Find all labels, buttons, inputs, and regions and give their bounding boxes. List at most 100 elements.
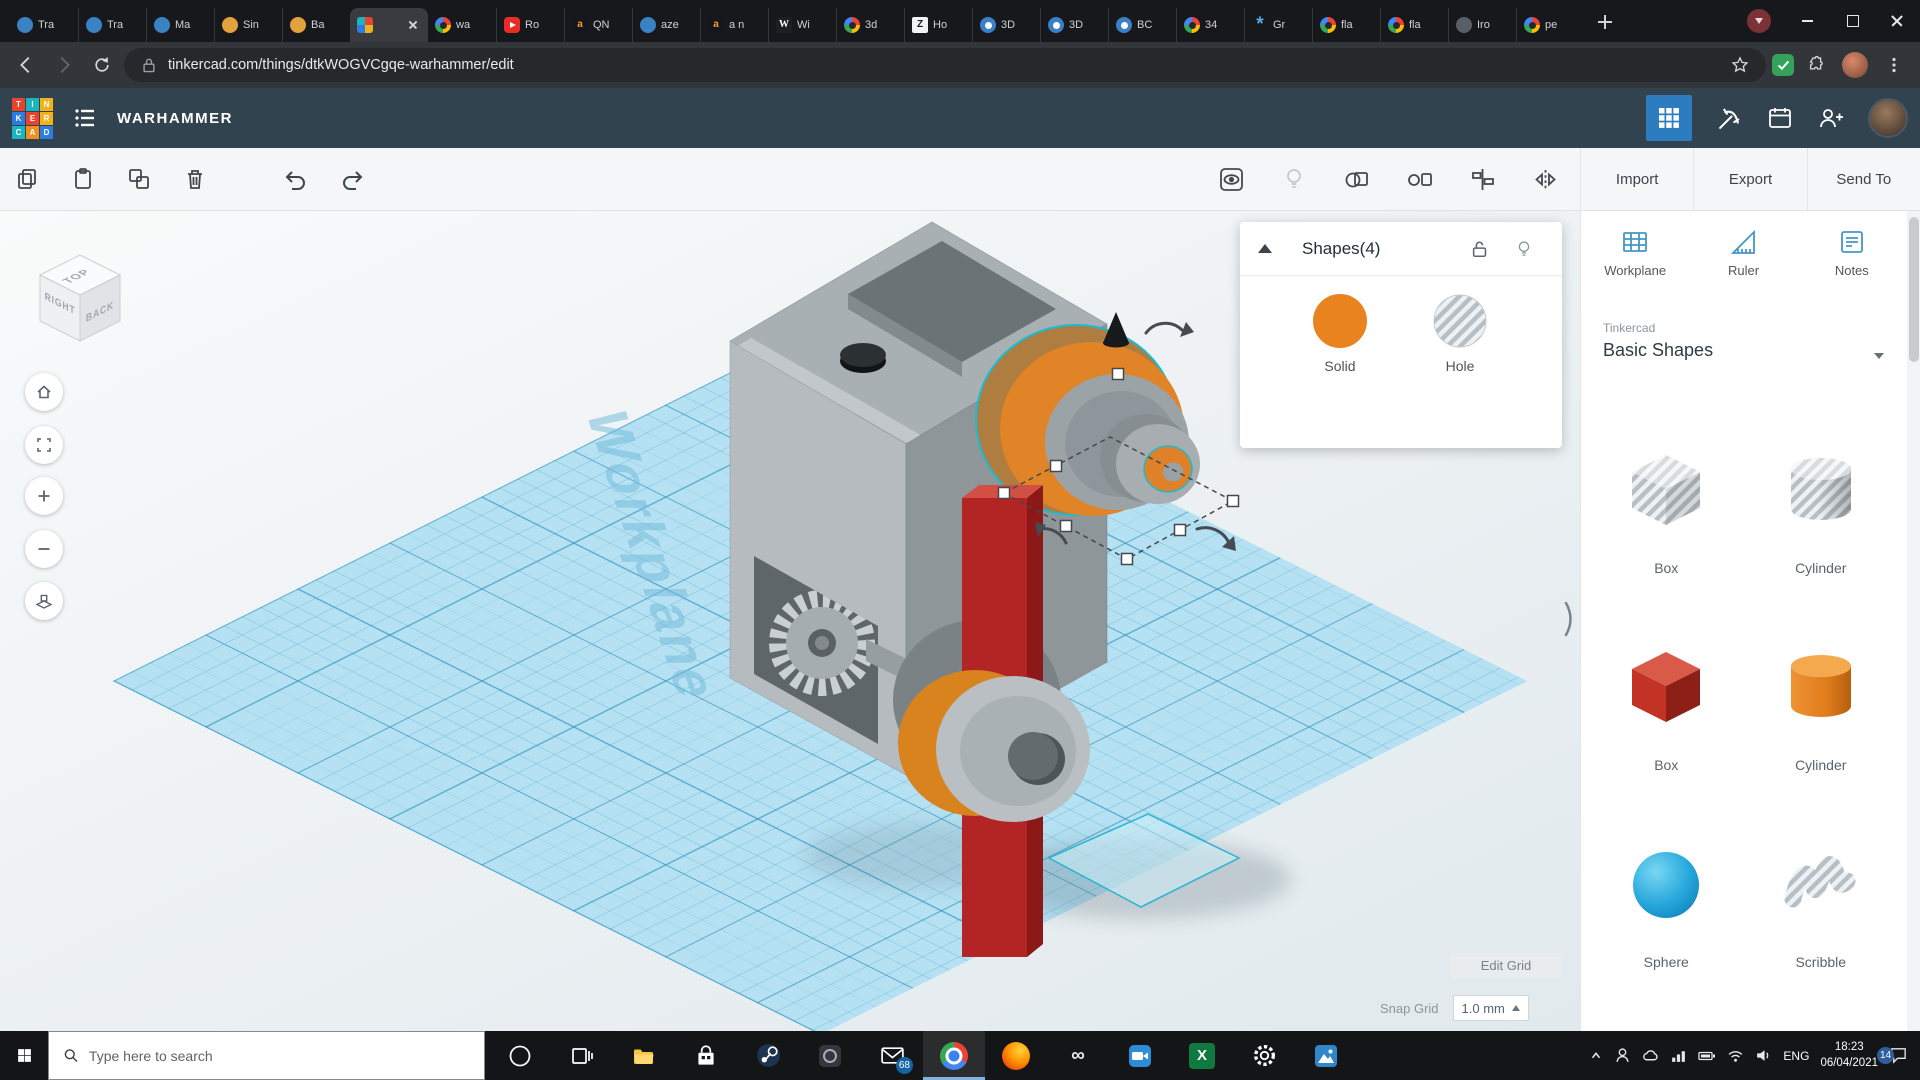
shape-tile-cylinder[interactable]: Cylinder xyxy=(1750,447,1893,576)
browser-tab[interactable]: Tra xyxy=(10,8,78,42)
group-icon[interactable] xyxy=(1343,166,1370,193)
unlock-icon[interactable] xyxy=(1470,239,1490,259)
taskbar-app-photos[interactable] xyxy=(1295,1031,1357,1080)
tinkercad-logo[interactable]: TINKERCAD xyxy=(12,98,53,139)
visibility-bulb-icon[interactable] xyxy=(1514,239,1534,259)
hole-option[interactable]: Hole xyxy=(1405,294,1515,374)
browser-tab[interactable]: 34 xyxy=(1176,8,1244,42)
ungroup-icon[interactable] xyxy=(1406,166,1433,193)
taskbar-app-mail[interactable]: 68 xyxy=(861,1031,923,1080)
taskbar-app-task-view[interactable] xyxy=(551,1031,613,1080)
browser-tab[interactable]: Ro xyxy=(496,8,564,42)
design-menu-icon[interactable] xyxy=(73,106,97,130)
browser-tab[interactable]: aa n xyxy=(700,8,768,42)
browser-tab[interactable]: Ma xyxy=(146,8,214,42)
user-avatar[interactable] xyxy=(1868,98,1908,138)
browser-tab[interactable]: 3D xyxy=(972,8,1040,42)
browser-tab[interactable]: 3D xyxy=(1040,8,1108,42)
front-wheel[interactable] xyxy=(898,670,1090,822)
collapse-panel-icon[interactable] xyxy=(1258,244,1272,253)
home-view-button[interactable] xyxy=(25,373,63,411)
taskbar-app-settings[interactable] xyxy=(1233,1031,1295,1080)
browser-tab[interactable]: 3d xyxy=(836,8,904,42)
browser-tab[interactable]: BC xyxy=(1108,8,1176,42)
tab-search-icon[interactable] xyxy=(1747,9,1771,33)
close-button[interactable] xyxy=(1875,0,1920,42)
browser-tab[interactable]: aQN xyxy=(564,8,632,42)
taskbar-search[interactable] xyxy=(48,1031,485,1080)
volume-icon[interactable] xyxy=(1755,1047,1772,1064)
back-icon[interactable] xyxy=(10,49,42,81)
browser-tab[interactable]: WWi xyxy=(768,8,836,42)
minimize-button[interactable] xyxy=(1785,0,1830,42)
taskbar-app-video[interactable] xyxy=(1109,1031,1171,1080)
wifi-icon[interactable] xyxy=(1727,1047,1744,1064)
signal-bars-icon[interactable] xyxy=(1670,1047,1687,1064)
taskbar-app-infinity[interactable]: ∞ xyxy=(1047,1031,1109,1080)
browser-tab[interactable]: Sin xyxy=(214,8,282,42)
person-tray-icon[interactable] xyxy=(1614,1047,1631,1064)
browser-tab[interactable]: Tra xyxy=(78,8,146,42)
shape-tile-sphere[interactable]: Sphere xyxy=(1595,841,1738,970)
solid-color-swatch[interactable] xyxy=(1313,294,1367,348)
browser-tab[interactable]: wa xyxy=(428,8,496,42)
library-name[interactable]: Basic Shapes xyxy=(1603,340,1713,361)
library-dropdown-caret-icon[interactable] xyxy=(1874,353,1884,359)
inspect-eye-icon[interactable] xyxy=(1218,166,1245,193)
shape-tile-scribble[interactable]: Scribble xyxy=(1750,841,1893,970)
taskbar-app-game[interactable] xyxy=(799,1031,861,1080)
search-input[interactable] xyxy=(89,1048,470,1064)
browser-profile-avatar[interactable] xyxy=(1842,52,1868,78)
perspective-toggle-button[interactable] xyxy=(25,582,63,620)
taskbar-app-cortana[interactable] xyxy=(489,1031,551,1080)
view-cube[interactable]: TOP RIGHT BACK xyxy=(28,245,132,349)
browser-tab-active[interactable] xyxy=(350,8,428,42)
action-center-button[interactable]: 14 xyxy=(1889,1046,1908,1065)
hole-swatch[interactable] xyxy=(1433,294,1487,348)
url-bar[interactable]: tinkercad.com/things/dtkWOGVCgqe-warhamm… xyxy=(124,48,1766,82)
paste-icon[interactable] xyxy=(70,166,96,192)
language-indicator[interactable]: ENG xyxy=(1783,1049,1809,1063)
blocks-view-button[interactable] xyxy=(1646,95,1692,141)
forward-icon[interactable] xyxy=(48,49,80,81)
import-button[interactable]: Import xyxy=(1580,148,1693,210)
sidebar-scrollbar[interactable] xyxy=(1907,211,1920,1031)
redo-icon[interactable] xyxy=(339,166,366,193)
solid-option[interactable]: Solid xyxy=(1285,294,1395,374)
zoom-in-button[interactable] xyxy=(25,477,63,515)
delete-icon[interactable] xyxy=(182,166,208,192)
lightbulb-icon[interactable] xyxy=(1281,166,1307,192)
bookmark-star-icon[interactable] xyxy=(1730,55,1750,75)
shape-tile-cylinder[interactable]: Cylinder xyxy=(1750,644,1893,773)
shape-tile-box[interactable]: Box xyxy=(1595,447,1738,576)
hidden-icons-caret-icon[interactable] xyxy=(1589,1049,1603,1063)
export-button[interactable]: Export xyxy=(1693,148,1806,210)
taskbar-app-file-explorer[interactable] xyxy=(613,1031,675,1080)
mirror-icon[interactable] xyxy=(1532,166,1559,193)
invite-person-icon[interactable] xyxy=(1817,105,1844,132)
edit-grid-button[interactable]: Edit Grid xyxy=(1450,953,1562,978)
start-button[interactable] xyxy=(0,1031,48,1080)
browser-tab[interactable]: fla xyxy=(1312,8,1380,42)
extensions-puzzle-icon[interactable] xyxy=(1800,49,1832,81)
taskbar-app-store[interactable] xyxy=(675,1031,737,1080)
send-to-button[interactable]: Send To xyxy=(1807,148,1920,210)
notes-tool[interactable]: Notes xyxy=(1798,227,1906,278)
sidebar-collapse-handle[interactable] xyxy=(1562,597,1578,646)
browser-menu-icon[interactable] xyxy=(1878,49,1910,81)
snap-grid-dropdown[interactable]: 1.0 mm xyxy=(1453,995,1529,1021)
browser-tab[interactable]: Iro xyxy=(1448,8,1516,42)
battery-icon[interactable] xyxy=(1698,1047,1716,1064)
browser-tab[interactable]: aze xyxy=(632,8,700,42)
browser-tab[interactable]: pe xyxy=(1516,8,1584,42)
align-icon[interactable] xyxy=(1469,166,1496,193)
refresh-icon[interactable] xyxy=(86,49,118,81)
onedrive-cloud-icon[interactable] xyxy=(1642,1047,1659,1064)
taskbar-app-steam[interactable] xyxy=(737,1031,799,1080)
zoom-out-button[interactable] xyxy=(25,530,63,568)
extension-check-icon[interactable] xyxy=(1772,54,1794,76)
ruler-tool[interactable]: Ruler xyxy=(1689,227,1797,278)
taskbar-app-firefox[interactable] xyxy=(985,1031,1047,1080)
workplane-tool[interactable]: Workplane xyxy=(1581,227,1689,278)
new-tab-button[interactable] xyxy=(1590,7,1620,37)
